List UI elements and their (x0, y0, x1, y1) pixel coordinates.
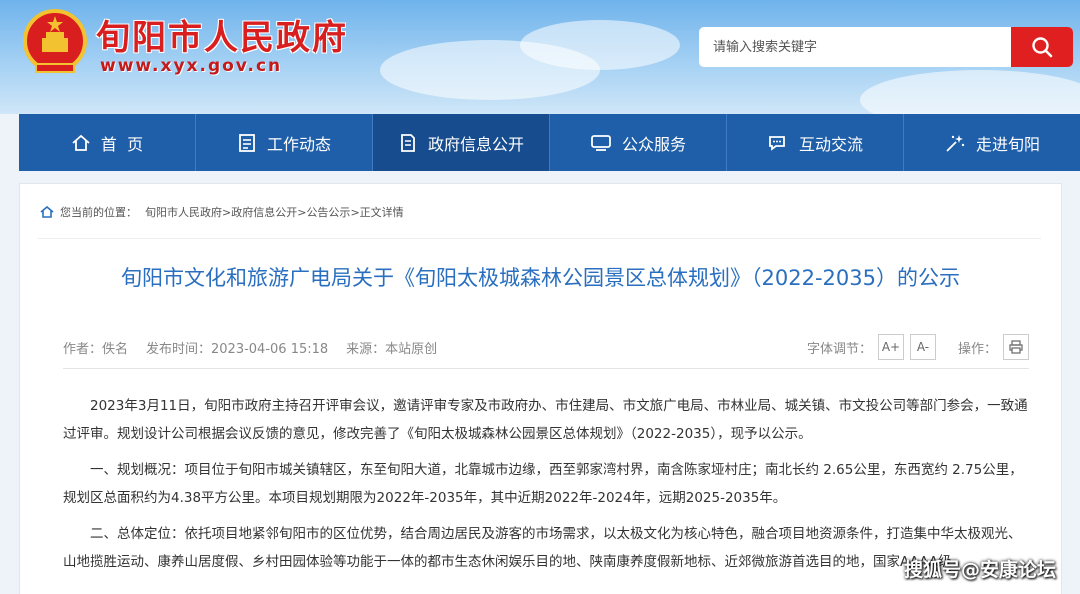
print-button[interactable] (1003, 334, 1029, 360)
main-nav: 首 页 工作动态 政府信息公开 公众服务 互动交流 走进旬阳 (19, 114, 1080, 171)
nav-item-news[interactable]: 工作动态 (196, 114, 373, 171)
breadcrumb-item[interactable]: 旬阳市人民政府 (145, 204, 222, 220)
article-source: 来源：本站原创 (346, 341, 438, 357)
font-size-label: 字体调节： (806, 341, 872, 357)
nav-item-label: 首 页 (100, 134, 144, 154)
article-body: 2023年3月11日，旬阳市政府主持召开评审会议，邀请评审专家及市政府办、市住建… (63, 392, 1029, 584)
watermark: 搜狐号@安康论坛 (903, 559, 1056, 581)
nav-item-gov-info[interactable]: 政府信息公开 (373, 114, 550, 171)
font-decrease-button[interactable]: A- (909, 334, 936, 360)
article-meta: 作者：佚名 发布时间：2023-04-06 15:18 来源：本站原创 字体调节… (63, 333, 1029, 361)
article-paragraph: 2023年3月11日，旬阳市政府主持召开评审会议，邀请评审专家及市政府办、市住建… (63, 398, 1028, 442)
home-small-icon (40, 206, 54, 218)
nav-item-about-xunyang[interactable]: 走进旬阳 (904, 114, 1080, 171)
nav-item-label: 公众服务 (621, 134, 686, 154)
home-icon (72, 134, 90, 151)
nav-item-public-service[interactable]: 公众服务 (550, 114, 727, 171)
nav-item-label: 互动交流 (798, 134, 863, 154)
print-icon (1009, 340, 1023, 354)
breadcrumb-divider (38, 238, 1041, 239)
article-date: 发布时间：2023-04-06 15:18 (146, 341, 329, 357)
breadcrumb-separator: > (297, 205, 307, 219)
national-emblem-icon (23, 9, 87, 73)
meta-divider (63, 368, 1029, 369)
info-file-icon (401, 133, 415, 152)
search-box (699, 27, 1073, 67)
nav-item-interaction[interactable]: 互动交流 (727, 114, 904, 171)
monitor-icon (591, 134, 611, 151)
breadcrumb-separator: > (350, 205, 360, 219)
header-cloud (860, 70, 1080, 114)
nav-item-home[interactable]: 首 页 (19, 114, 196, 171)
site-header: 旬阳市人民政府 www.xyx.gov.cn (0, 0, 1080, 114)
breadcrumb-separator: > (222, 205, 232, 219)
article-paragraph: 二、总体定位：依托项目地紧邻旬阳市的区位优势，结合周边居民及游客的市场需求，以太… (63, 526, 1022, 570)
nav-item-label: 走进旬阳 (975, 134, 1040, 154)
chat-icon (769, 135, 785, 151)
article-author: 作者：佚名 (63, 341, 129, 357)
header-cloud (520, 20, 680, 70)
nav-item-label: 工作动态 (266, 134, 331, 154)
search-icon (1032, 37, 1053, 58)
article-tools: 字体调节： A+ A- 操作： (807, 334, 1029, 360)
article-container: 您当前的位置： 旬阳市人民政府 > 政府信息公开 > 公告公示 > 正文详情 旬… (19, 183, 1062, 594)
breadcrumb-item[interactable]: 正文详情 (360, 204, 404, 220)
article-paragraph: 一、规划概况：项目位于旬阳市城关镇辖区，东至旬阳大道，北靠城市边缘，西至郭家湾村… (63, 462, 1023, 506)
breadcrumb-item[interactable]: 公告公示 (306, 204, 350, 220)
search-button[interactable] (1011, 27, 1073, 67)
nav-item-label: 政府信息公开 (427, 134, 524, 154)
document-list-icon (239, 133, 255, 152)
article-title: 旬阳市文化和旅游广电局关于《旬阳太极城森林公园景区总体规划》（2022-2035… (121, 266, 960, 290)
breadcrumb-item[interactable]: 政府信息公开 (231, 204, 297, 220)
breadcrumb: 您当前的位置： 旬阳市人民政府 > 政府信息公开 > 公告公示 > 正文详情 (38, 202, 1041, 239)
breadcrumb-prefix: 您当前的位置： (60, 206, 137, 219)
font-increase-button[interactable]: A+ (877, 334, 904, 360)
site-url[interactable]: www.xyx.gov.cn (100, 56, 282, 76)
operations-label: 操作： (957, 341, 997, 357)
site-title[interactable]: 旬阳市人民政府 (96, 10, 348, 59)
sparkle-icon (946, 134, 965, 152)
search-input[interactable] (699, 27, 1011, 67)
